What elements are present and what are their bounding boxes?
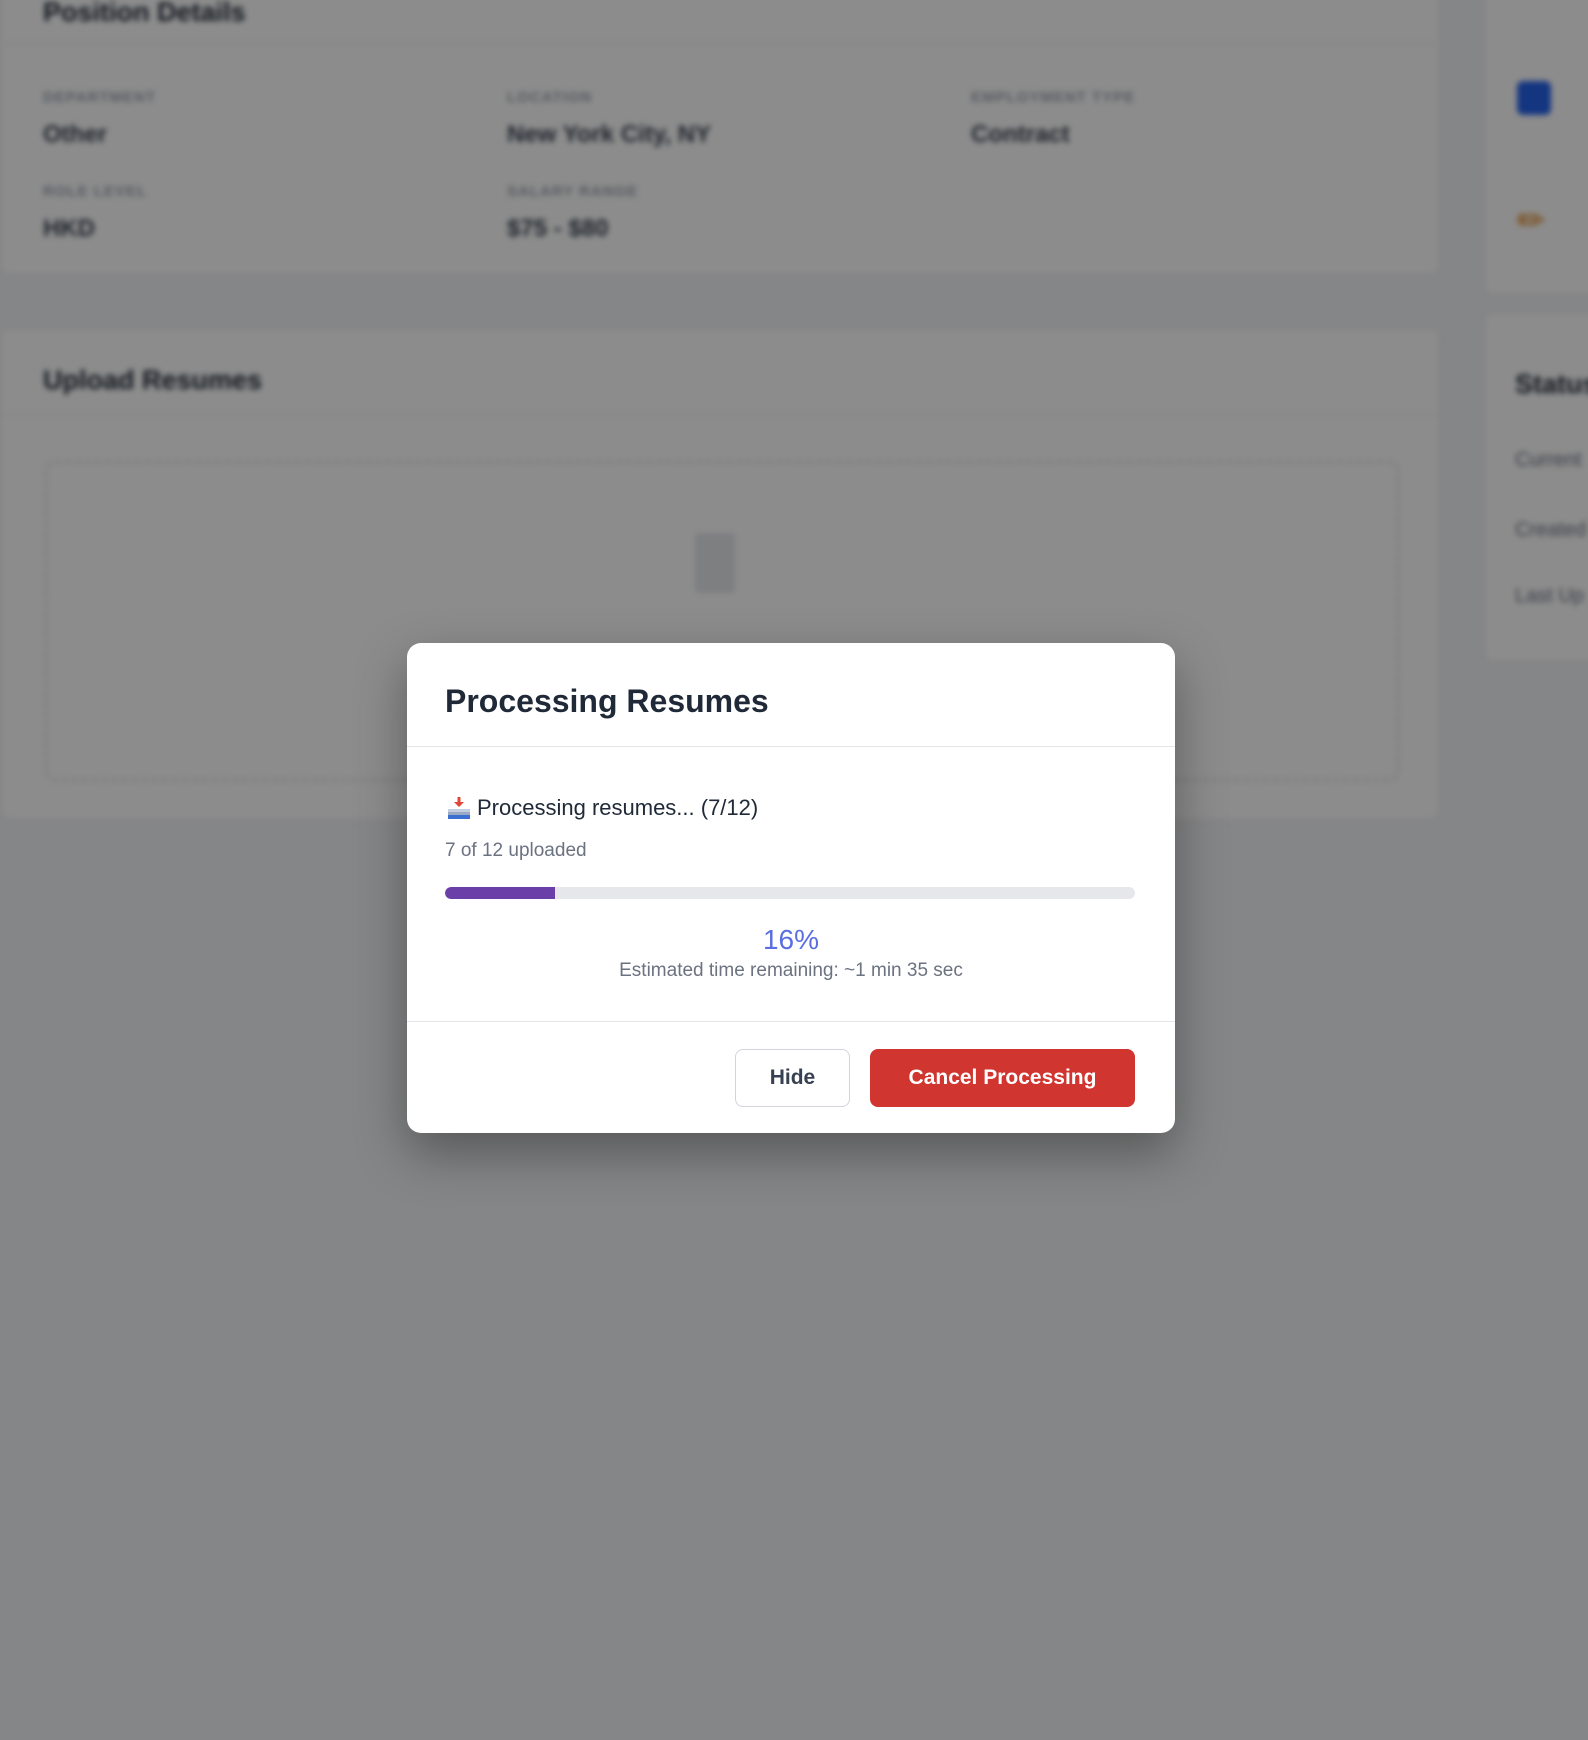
- estimated-time-remaining: Estimated time remaining: ~1 min 35 sec: [619, 960, 963, 981]
- uploaded-count: 7 of 12 uploaded: [445, 840, 587, 861]
- modal-body: Processing resumes... (7/12) 7 of 12 upl…: [407, 747, 1175, 1022]
- processing-status-text: Processing resumes... (7/12): [477, 795, 759, 820]
- processing-modal: Processing Resumes Processing resumes...…: [407, 643, 1175, 1133]
- modal-footer: Hide Cancel Processing: [407, 1022, 1175, 1133]
- modal-header: Processing Resumes: [407, 643, 1175, 747]
- progress-percent: 16%: [762, 924, 820, 955]
- progress-bar: [445, 887, 1135, 899]
- inbox-tray-icon: [445, 795, 473, 821]
- modal-title: Processing Resumes: [445, 683, 769, 719]
- cancel-processing-button[interactable]: Cancel Processing: [870, 1049, 1135, 1107]
- progress-bar-fill: [445, 887, 556, 899]
- hide-button[interactable]: Hide: [735, 1049, 850, 1107]
- processing-status: Processing resumes... (7/12): [445, 795, 758, 821]
